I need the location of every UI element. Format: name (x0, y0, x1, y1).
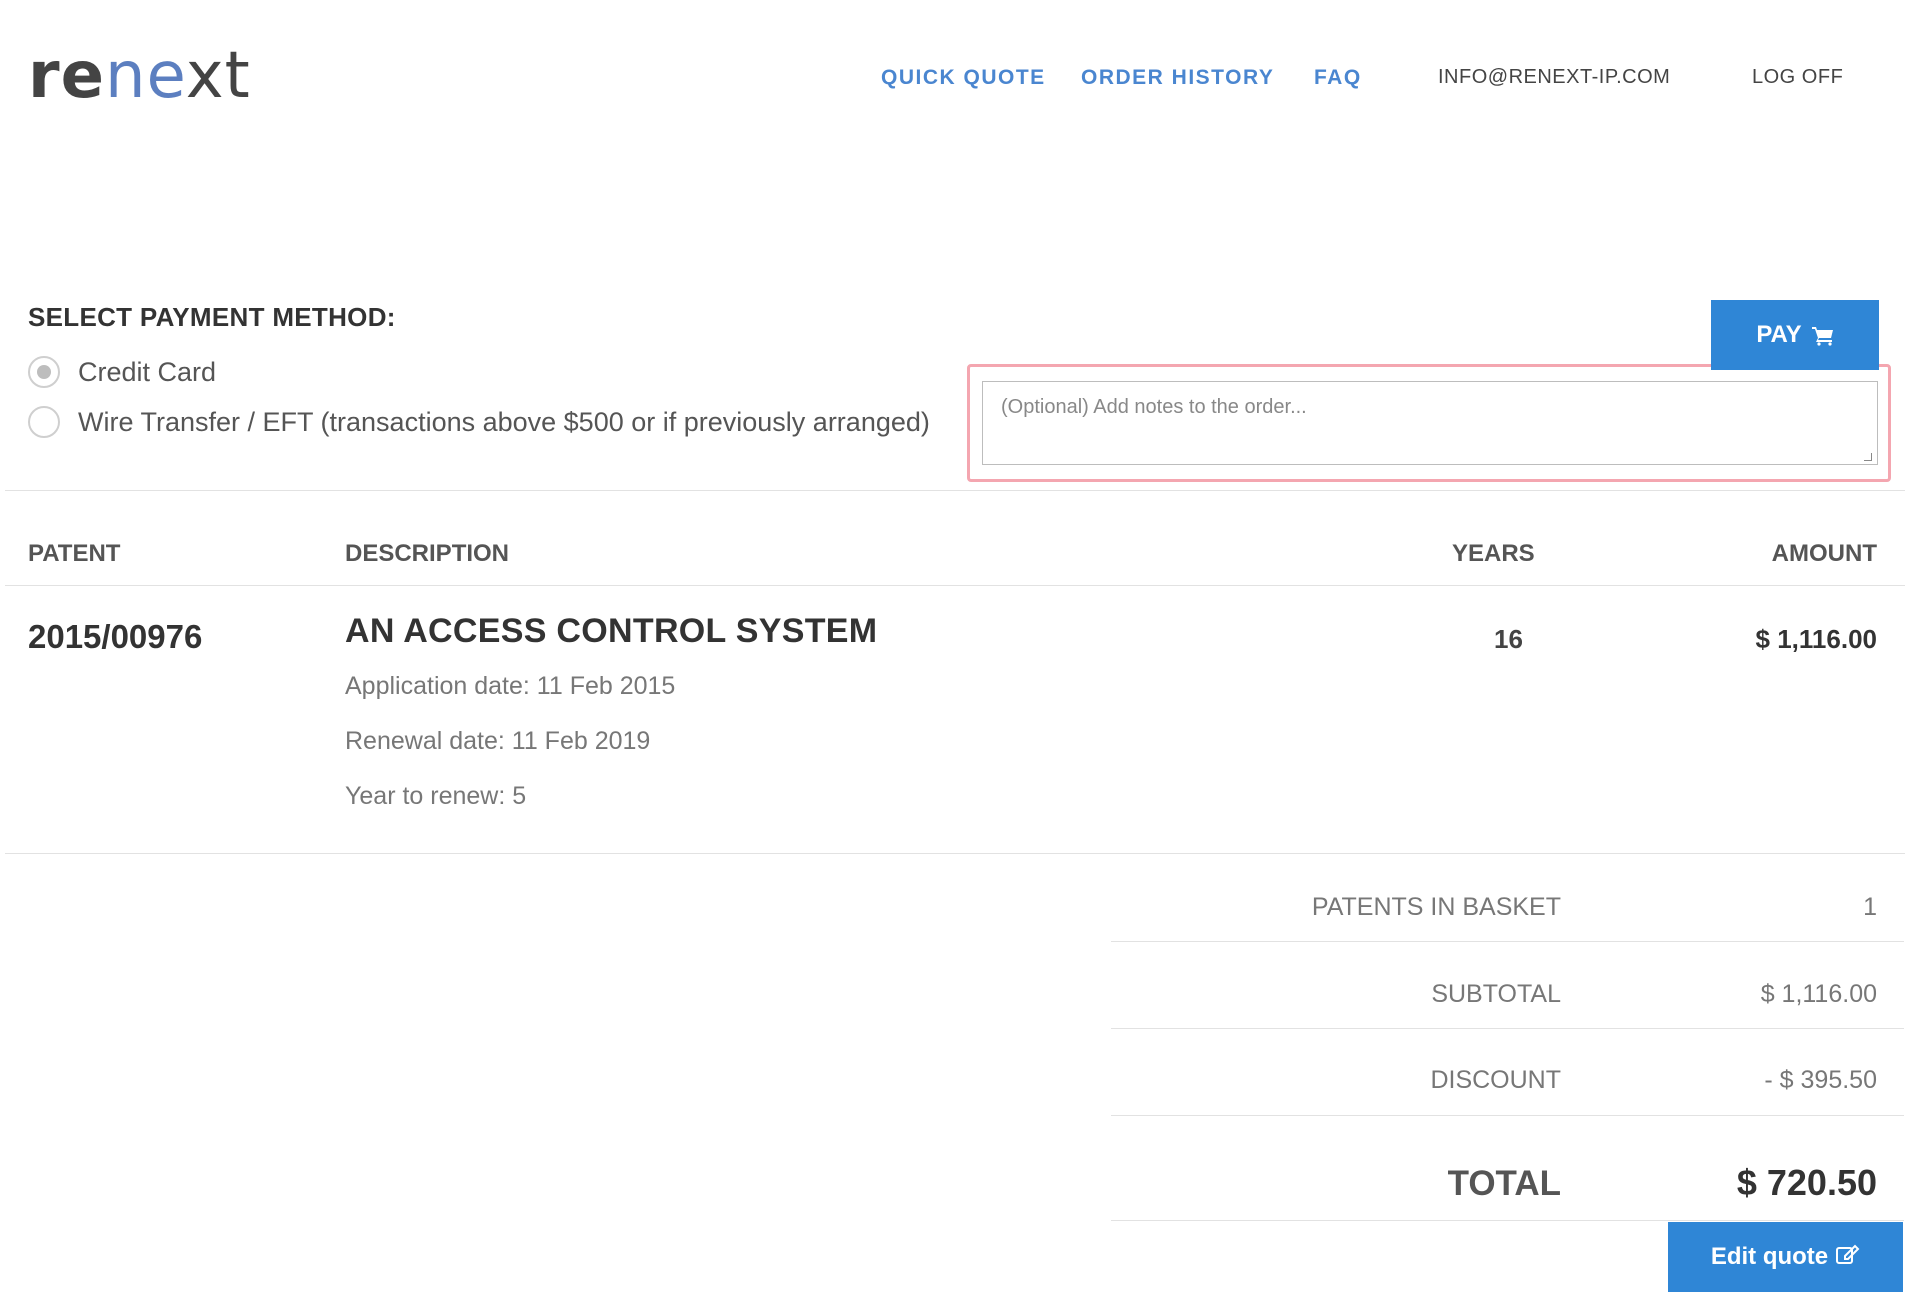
header-patent: PATENT (28, 540, 121, 567)
notes-highlight (967, 364, 1891, 482)
nav-quick-quote[interactable]: QUICK QUOTE (881, 66, 1046, 90)
divider (5, 585, 1905, 586)
discount-label: DISCOUNT (1430, 1066, 1561, 1094)
payment-option-credit-card[interactable]: Credit Card (28, 356, 216, 388)
divider (5, 853, 1905, 854)
payment-option-label: Wire Transfer / EFT (transactions above … (78, 406, 930, 437)
nav-order-history[interactable]: ORDER HISTORY (1081, 66, 1274, 90)
summary-divider (1111, 1115, 1904, 1116)
renewal-date: Renewal date: 11 Feb 2019 (345, 727, 651, 755)
discount-value: - $ 395.50 (1764, 1066, 1877, 1094)
logo-part-xt: xt (185, 39, 251, 113)
application-date: Application date: 11 Feb 2015 (345, 672, 676, 700)
year-to-renew: Year to renew: 5 (345, 782, 527, 810)
checkout-page: renext QUICK QUOTE ORDER HISTORY FAQ INF… (0, 0, 1915, 1305)
patent-number: 2015/00976 (28, 618, 203, 655)
header-amount: AMOUNT (1771, 540, 1877, 567)
header-years: YEARS (1452, 540, 1535, 567)
order-notes-textarea[interactable] (982, 381, 1878, 465)
summary-divider (1111, 1028, 1904, 1029)
edit-quote-label: Edit quote (1710, 1243, 1829, 1270)
cart-icon (1811, 325, 1834, 346)
radio-wire-transfer[interactable] (28, 406, 60, 438)
patent-years: 16 (1494, 624, 1523, 654)
divider (5, 490, 1905, 491)
summary-divider (1111, 941, 1904, 942)
edit-icon (1836, 1243, 1860, 1272)
patents-in-basket-value: 1 (1863, 893, 1877, 921)
edit-quote-button[interactable]: Edit quote (1668, 1222, 1903, 1292)
patent-title: AN ACCESS CONTROL SYSTEM (345, 612, 878, 650)
subtotal-value: $ 1,116.00 (1760, 980, 1877, 1008)
total-value: $ 720.50 (1736, 1162, 1877, 1203)
logo-part-re: re (28, 39, 105, 113)
nav-log-off[interactable]: LOG OFF (1752, 66, 1843, 89)
payment-method-title: SELECT PAYMENT METHOD: (28, 302, 396, 332)
pay-label: PAY (1756, 321, 1802, 348)
payment-option-label: Credit Card (78, 356, 217, 387)
total-label: TOTAL (1447, 1164, 1561, 1203)
radio-credit-card[interactable] (28, 356, 60, 388)
summary-divider (1111, 1220, 1904, 1221)
renext-logo[interactable]: renext (28, 44, 251, 108)
subtotal-label: SUBTOTAL (1431, 980, 1561, 1008)
nav-email[interactable]: INFO@RENEXT-IP.COM (1438, 66, 1670, 89)
nav-faq[interactable]: FAQ (1314, 66, 1362, 90)
resize-grip-icon[interactable] (1864, 453, 1872, 461)
logo-part-ne: ne (104, 39, 186, 113)
payment-option-wire-transfer[interactable]: Wire Transfer / EFT (transactions above … (28, 406, 930, 438)
patent-amount: $ 1,116.00 (1755, 624, 1877, 654)
pay-button[interactable]: PAY (1711, 300, 1879, 370)
patents-in-basket-label: PATENTS IN BASKET (1311, 893, 1561, 921)
header-description: DESCRIPTION (345, 540, 510, 567)
